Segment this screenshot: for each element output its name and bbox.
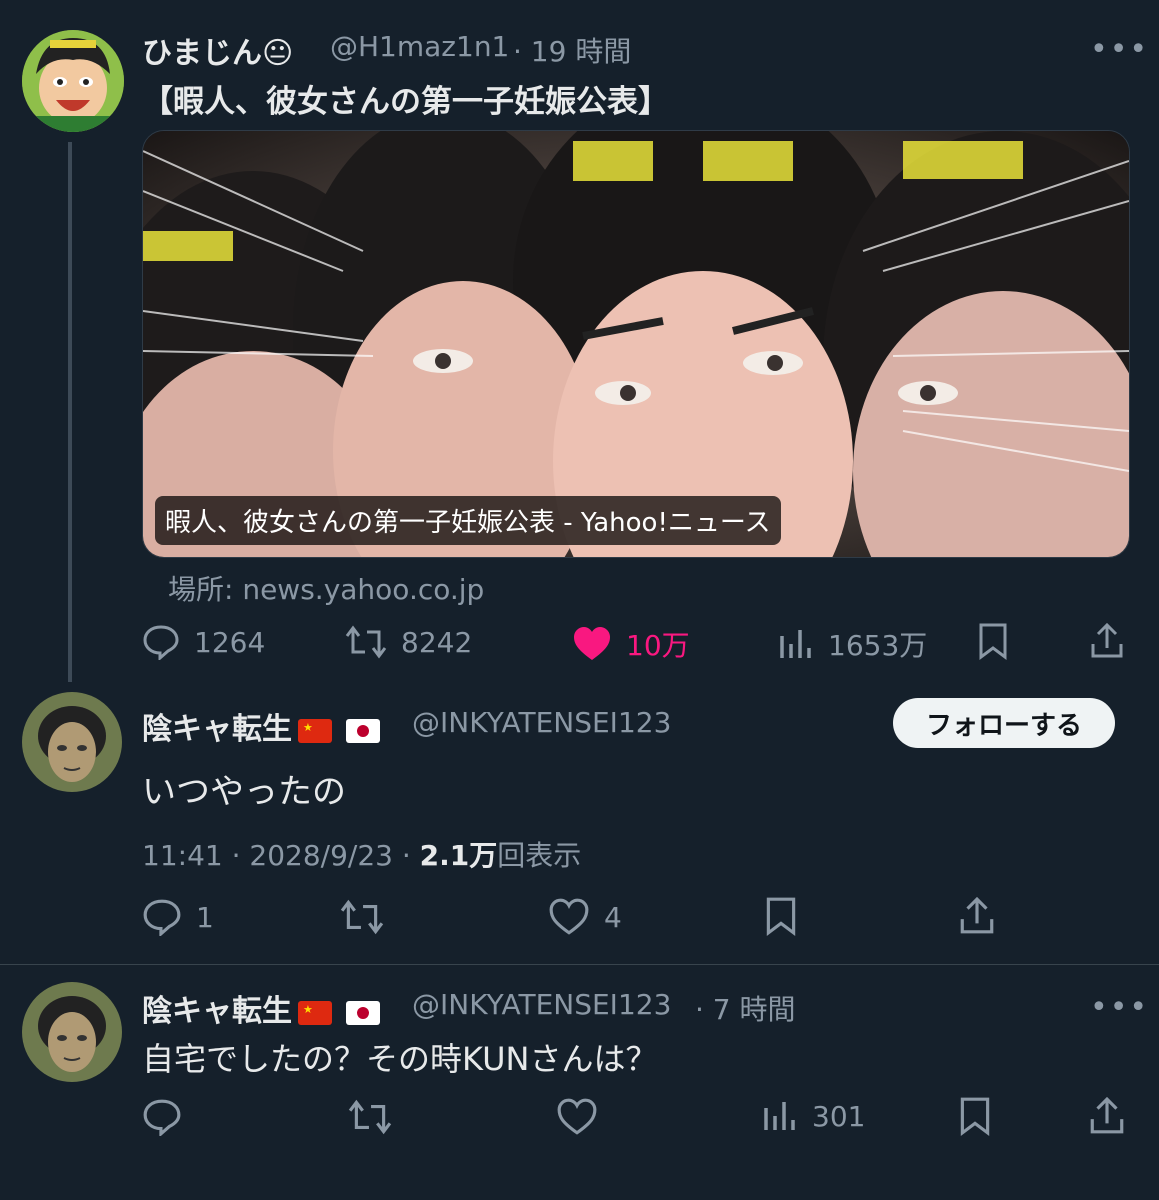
thread-line: [68, 142, 72, 682]
reply-icon: [143, 899, 181, 936]
share-button[interactable]: [1089, 622, 1125, 660]
views-count: 1653万: [828, 629, 928, 662]
bookmark-icon: [766, 897, 796, 936]
heart-filled-icon: [574, 627, 610, 660]
reply-count: 1: [196, 900, 214, 934]
retweet-button[interactable]: [348, 1098, 392, 1136]
reply-button[interactable]: 1264: [142, 624, 265, 660]
view-count: 2.1万: [419, 839, 498, 872]
bookmark-icon: [960, 1097, 990, 1136]
author-name[interactable]: ひまじん😐: [142, 28, 293, 72]
retweet-button[interactable]: [340, 898, 384, 936]
more-icon[interactable]: •••: [1090, 32, 1149, 67]
china-flag-icon: ★: [298, 718, 332, 743]
author-name[interactable]: 陰キャ転生 ★: [142, 704, 380, 748]
reply-text: いつやったの: [142, 772, 346, 812]
like-button[interactable]: 4: [548, 898, 622, 936]
like-count: 10万: [626, 629, 690, 662]
avatar-inkyatensei[interactable]: [22, 982, 122, 1082]
japan-flag-icon: [346, 718, 380, 743]
reply-icon: [143, 1099, 181, 1136]
retweet-icon: [345, 625, 387, 659]
card-caption: 暇人、彼女さんの第一子妊娠公表 - Yahoo!ニュース: [155, 496, 781, 545]
divider: [0, 964, 1159, 965]
author-name[interactable]: 陰キャ転生 ★: [142, 986, 380, 1030]
author-handle[interactable]: @H1maz1n1: [330, 30, 509, 63]
tweet-text: 【暇人、彼女さんの第一子妊娠公表】: [142, 84, 669, 120]
more-icon[interactable]: •••: [1090, 990, 1149, 1025]
retweet-icon: [340, 899, 384, 935]
heart-icon: [549, 898, 589, 935]
tweet-time[interactable]: · 7 時間: [695, 988, 796, 1028]
views-button[interactable]: 1653万: [778, 624, 927, 664]
bookmark-icon: [979, 623, 1007, 660]
reply-count: 1264: [194, 625, 266, 659]
cartoon-face-icon: [22, 30, 124, 132]
reply-text: 自宅でしたの？その時KUNさんは？: [142, 1040, 658, 1078]
retweet-button[interactable]: 8242: [345, 624, 472, 660]
portrait-icon: [22, 692, 122, 792]
card-source[interactable]: 場所: news.yahoo.co.jp: [168, 568, 484, 608]
share-button[interactable]: [1088, 1096, 1126, 1136]
follow-button[interactable]: フォローする: [893, 698, 1115, 748]
heart-icon: [557, 1098, 597, 1135]
retweet-count: 8242: [401, 625, 473, 659]
like-count: 4: [604, 900, 622, 934]
views-icon: [764, 1102, 795, 1130]
views-count: 301: [812, 1099, 866, 1133]
china-flag-icon: ★: [298, 1000, 332, 1025]
card-image: [143, 131, 1129, 557]
like-button[interactable]: 10万: [572, 624, 690, 664]
like-button[interactable]: [556, 1098, 598, 1136]
share-icon: [960, 896, 994, 934]
reply-button[interactable]: [142, 1098, 182, 1136]
bookmark-button[interactable]: [764, 896, 798, 936]
japan-flag-icon: [346, 1000, 380, 1025]
views-button[interactable]: 301: [762, 1098, 865, 1134]
bookmark-button[interactable]: [958, 1096, 992, 1136]
share-button[interactable]: [958, 896, 996, 936]
bookmark-button[interactable]: [977, 622, 1009, 660]
share-icon: [1091, 622, 1123, 658]
reply-icon: [143, 625, 179, 660]
author-handle[interactable]: @INKYATENSEI123: [412, 706, 671, 739]
tweet-time[interactable]: · 19 時間: [513, 30, 631, 70]
view-label: 回表示: [497, 839, 582, 872]
link-card[interactable]: 暇人、彼女さんの第一子妊娠公表 - Yahoo!ニュース: [142, 130, 1130, 558]
views-icon: [780, 630, 811, 658]
reply-button[interactable]: 1: [142, 898, 214, 936]
retweet-icon: [348, 1099, 392, 1135]
avatar-inkyatensei[interactable]: [22, 692, 122, 792]
share-icon: [1090, 1096, 1124, 1134]
reply-timestamp: 11:41 · 2028/9/23 · 2.1万回表示: [142, 839, 582, 872]
author-handle[interactable]: @INKYATENSEI123: [412, 988, 671, 1021]
avatar-himajin[interactable]: [22, 30, 124, 132]
portrait-icon: [22, 982, 122, 1082]
